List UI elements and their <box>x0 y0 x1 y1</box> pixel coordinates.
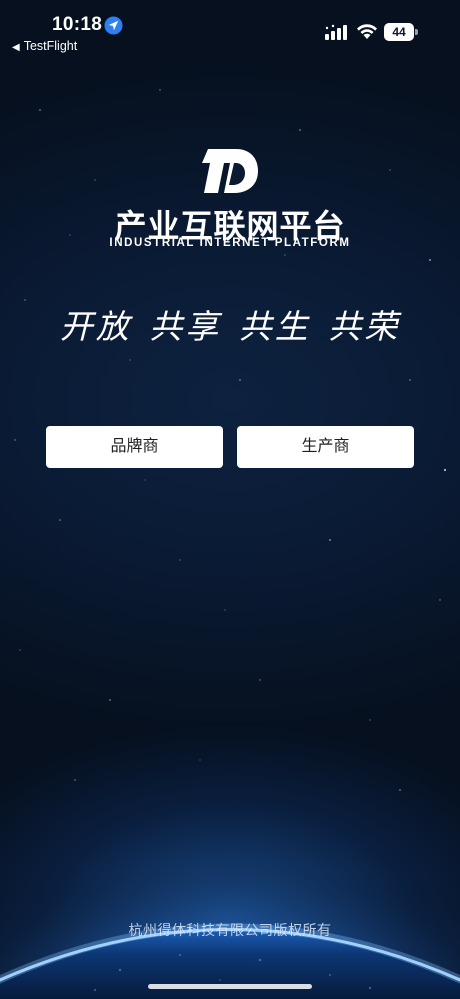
status-time: 10:18 <box>52 14 103 35</box>
launch-screen: 10:18 ◀ TestFlight 44 产业互联网平台 INDUSTRIAL … <box>0 0 460 999</box>
location-arrow-icon <box>104 16 123 35</box>
earth-horizon-image <box>0 820 460 999</box>
wifi-icon <box>357 24 377 39</box>
copyright-text: 杭州得体科技有限公司版权所有 <box>128 922 332 938</box>
brand-owner-button[interactable]: 品牌商 <box>46 426 223 468</box>
battery-level: 44 <box>384 23 414 41</box>
back-triangle-icon: ◀ <box>12 42 20 53</box>
platform-subtitle: INDUSTRIAL INTERNET PLATFORM <box>109 237 351 249</box>
back-to-app-link[interactable]: ◀ TestFlight <box>12 39 77 53</box>
cellular-signal-icon <box>325 24 347 40</box>
home-indicator[interactable] <box>148 984 312 989</box>
slogan-text: 开放 共享 共生 共荣 <box>59 307 401 346</box>
back-app-label: TestFlight <box>23 39 78 53</box>
platform-logo-icon <box>202 149 258 193</box>
battery-indicator: 44 <box>384 23 418 41</box>
manufacturer-button[interactable]: 生产商 <box>237 426 414 468</box>
battery-cap <box>415 29 418 35</box>
